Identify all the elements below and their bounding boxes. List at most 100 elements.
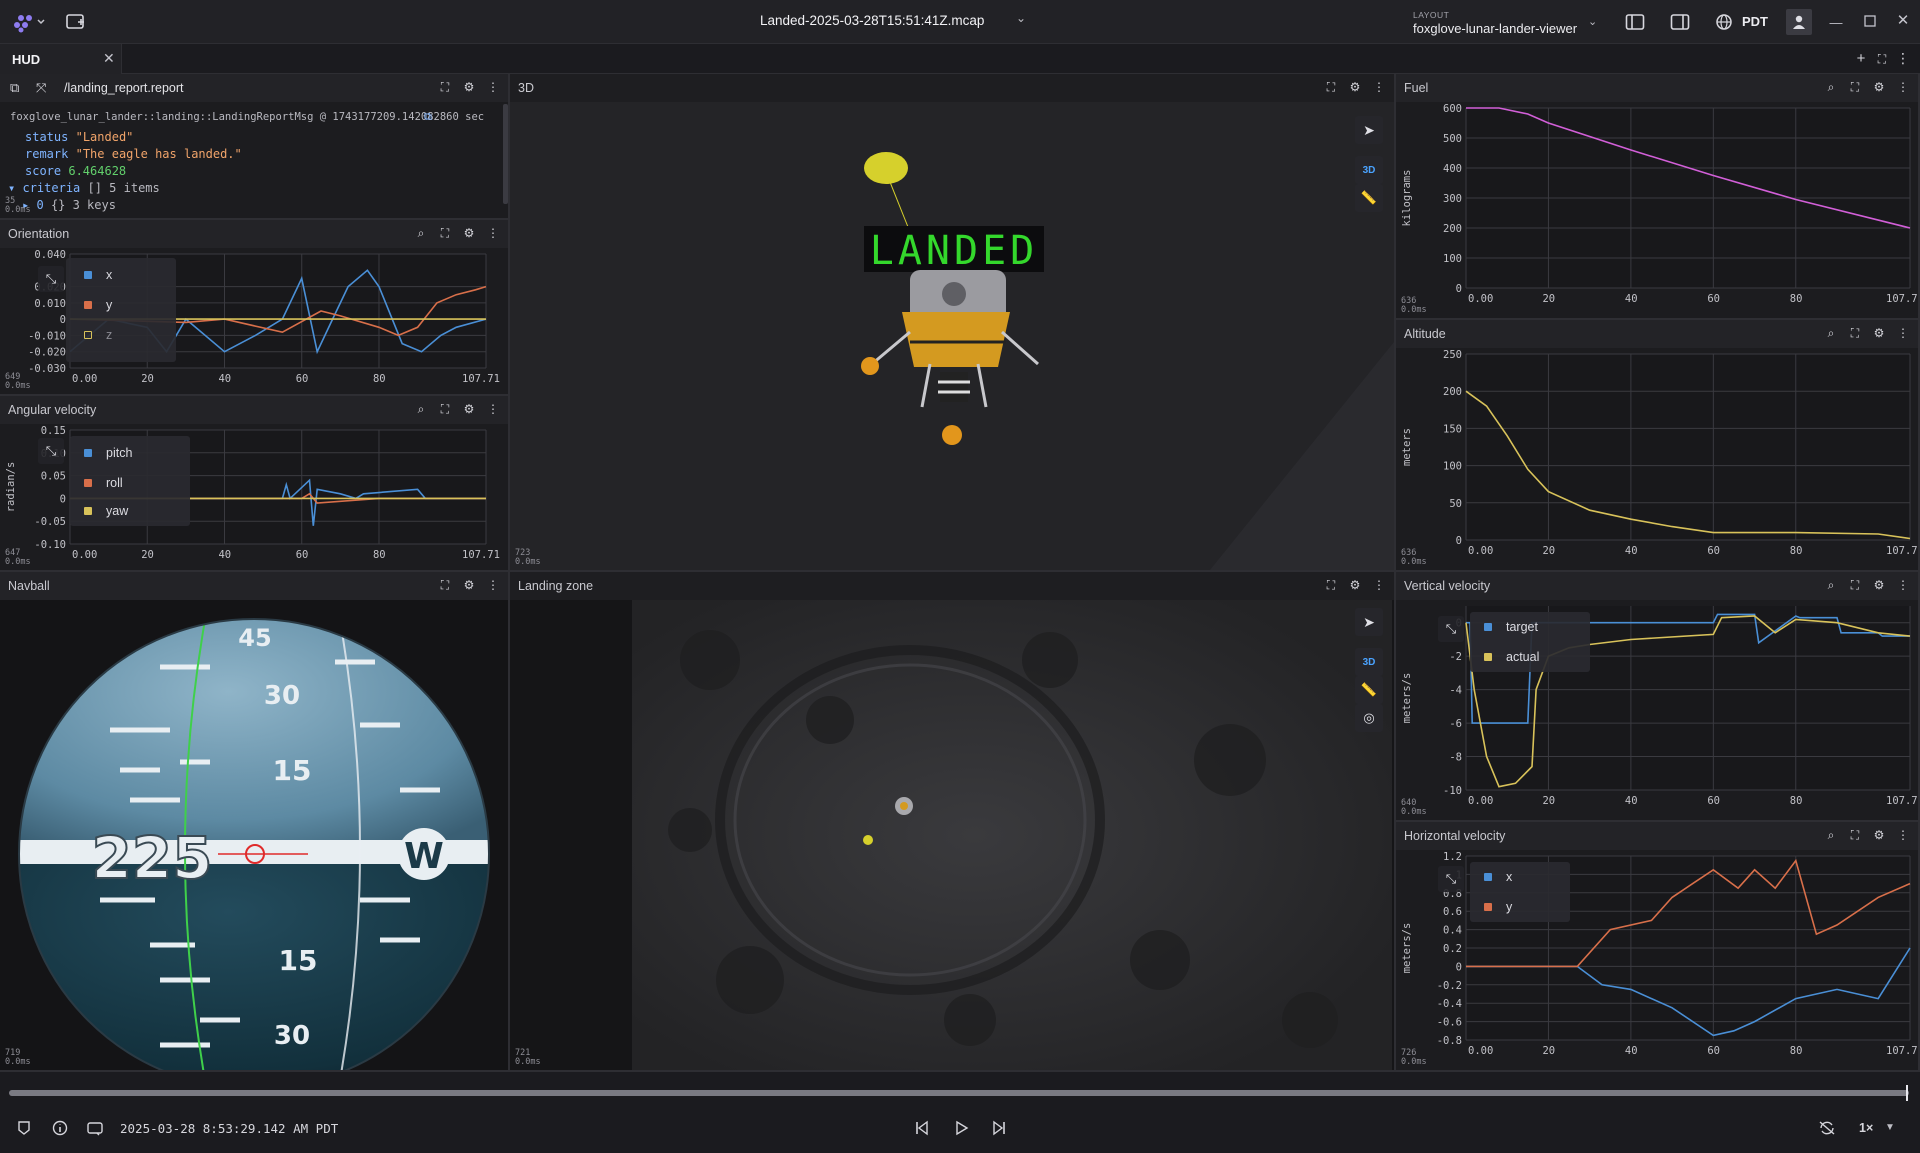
copy-icon[interactable]: ⧉: [424, 111, 432, 124]
settings-gear-icon[interactable]: ⚙: [1872, 326, 1886, 340]
sync-toggle-button[interactable]: [1816, 1118, 1838, 1138]
more-vertical-icon[interactable]: ⋮: [1896, 578, 1910, 592]
measure-button[interactable]: 📏: [1355, 184, 1383, 212]
more-vertical-icon[interactable]: ⋮: [1372, 80, 1386, 94]
camera-mode-toggle[interactable]: 3D: [1355, 648, 1383, 676]
fuel-plot[interactable]: 0.00 20 40 60 80 107.71 600 500 400 300 200 100 0 kil…: [1396, 102, 1918, 318]
message-field-row-expandable[interactable]: ▾ criteria [] 5 items: [8, 181, 160, 195]
fullscreen-icon[interactable]: ⛶: [1324, 578, 1338, 592]
message-field-row-expandable[interactable]: ▸ 0 {} 3 keys: [22, 198, 116, 212]
playback-speed-selector[interactable]: 1×: [1859, 1121, 1873, 1135]
maximize-window-button[interactable]: [1862, 13, 1878, 29]
timezone-button[interactable]: [1714, 12, 1734, 32]
zoom-to-fit-icon[interactable]: ⌕: [1824, 578, 1838, 592]
collapse-legend-button[interactable]: ⤡: [38, 266, 64, 292]
seek-backward-button[interactable]: [912, 1118, 932, 1138]
tab-hud[interactable]: HUD ✕: [0, 44, 122, 74]
settings-gear-icon[interactable]: ⚙: [1348, 80, 1362, 94]
fullscreen-icon[interactable]: ⛶: [1848, 326, 1862, 340]
legend-item[interactable]: x: [1484, 870, 1512, 884]
landing-zone-scene[interactable]: [510, 600, 1394, 1070]
legend-item[interactable]: y: [1484, 900, 1512, 914]
settings-gear-icon[interactable]: ⚙: [1348, 578, 1362, 592]
interact-mode-button[interactable]: ➤: [1355, 608, 1383, 636]
fullscreen-icon[interactable]: ⛶: [438, 578, 452, 592]
fullscreen-icon[interactable]: ⛶: [438, 402, 452, 416]
settings-gear-icon[interactable]: ⚙: [462, 80, 476, 94]
collapse-legend-button[interactable]: ⤡: [1438, 616, 1464, 642]
playhead-marker[interactable]: [1906, 1085, 1908, 1101]
more-vertical-icon[interactable]: ⋮: [1896, 828, 1910, 842]
loop-button[interactable]: [84, 1118, 106, 1138]
fullscreen-tab-button[interactable]: ⛶: [1874, 51, 1890, 67]
more-vertical-icon[interactable]: ⋮: [1896, 326, 1910, 340]
legend-item[interactable]: yaw: [84, 504, 128, 518]
info-button[interactable]: [50, 1118, 70, 1138]
chevron-down-icon[interactable]: ⌄: [1588, 15, 1597, 28]
collapse-legend-button[interactable]: ⤡: [1438, 866, 1464, 892]
settings-gear-icon[interactable]: ⚙: [462, 578, 476, 592]
add-tab-button[interactable]: +: [1853, 50, 1869, 67]
user-avatar-button[interactable]: [1786, 9, 1812, 35]
new-window-button[interactable]: [64, 11, 88, 33]
close-window-button[interactable]: ✕: [1895, 12, 1911, 29]
timeline-scrubber[interactable]: [9, 1090, 1909, 1096]
camera-mode-toggle[interactable]: 3D: [1355, 156, 1383, 184]
more-vertical-icon[interactable]: ⋮: [1372, 578, 1386, 592]
fullscreen-icon[interactable]: ⛶: [1848, 828, 1862, 842]
zoom-to-fit-icon[interactable]: ⌕: [1824, 80, 1838, 94]
collapse-legend-button[interactable]: ⤡: [38, 438, 64, 464]
legend-item[interactable]: x: [84, 268, 112, 282]
event-marker-button[interactable]: [14, 1118, 34, 1138]
topic-path-input[interactable]: /landing_report.report: [64, 81, 184, 95]
current-time-display[interactable]: 2025-03-28 8:53:29.142 AM PDT: [120, 1121, 338, 1136]
left-sidebar-toggle[interactable]: [1625, 12, 1645, 32]
fullscreen-icon[interactable]: ⛶: [1848, 578, 1862, 592]
diff-icon[interactable]: ⤧: [36, 80, 46, 96]
data-source-title[interactable]: Landed-2025-03-28T15:51:41Z.mcap: [760, 13, 984, 28]
more-vertical-icon[interactable]: ⋮: [486, 578, 500, 592]
fullscreen-icon[interactable]: ⛶: [1324, 80, 1338, 94]
legend-item[interactable]: roll: [84, 476, 123, 490]
zoom-to-fit-icon[interactable]: ⌕: [414, 402, 428, 416]
zoom-to-fit-icon[interactable]: ⌕: [1824, 828, 1838, 842]
fullscreen-icon[interactable]: ⛶: [438, 226, 452, 240]
fullscreen-icon[interactable]: ⛶: [1848, 80, 1862, 94]
navball-sphere[interactable]: 45 30 15 15 30 45 225 W: [0, 600, 508, 1070]
settings-gear-icon[interactable]: ⚙: [1872, 828, 1886, 842]
expand-toggle-icon[interactable]: ▾: [8, 181, 15, 195]
legend-item[interactable]: pitch: [84, 446, 132, 460]
chevron-down-icon[interactable]: ⌄: [1016, 11, 1026, 25]
close-icon[interactable]: ✕: [103, 50, 115, 67]
more-vertical-icon[interactable]: ⋮: [1896, 80, 1910, 94]
measure-button[interactable]: 📏: [1355, 676, 1383, 704]
settings-gear-icon[interactable]: ⚙: [462, 226, 476, 240]
publish-point-button[interactable]: ◎: [1355, 704, 1383, 732]
copy-icon[interactable]: ⧉: [10, 80, 19, 96]
layout-selector[interactable]: foxglove-lunar-lander-viewer: [1413, 21, 1577, 36]
minimize-window-button[interactable]: —: [1828, 14, 1844, 30]
zoom-to-fit-icon[interactable]: ⌕: [414, 226, 428, 240]
fullscreen-icon[interactable]: ⛶: [438, 80, 452, 94]
interact-mode-button[interactable]: ➤: [1355, 116, 1383, 144]
legend-item[interactable]: y: [84, 298, 112, 312]
altitude-plot[interactable]: 0.00 20 40 60 80 107.71 250 200 150 100 50 0 meters: [1396, 348, 1918, 570]
right-sidebar-toggle[interactable]: [1670, 12, 1690, 32]
settings-gear-icon[interactable]: ⚙: [1872, 578, 1886, 592]
settings-gear-icon[interactable]: ⚙: [462, 402, 476, 416]
more-vertical-icon[interactable]: ⋮: [486, 402, 500, 416]
more-vertical-icon[interactable]: ⋮: [486, 80, 500, 94]
legend-item[interactable]: z: [84, 328, 112, 342]
scrollbar[interactable]: [503, 104, 508, 204]
legend-item[interactable]: target: [1484, 620, 1538, 634]
app-menu-button[interactable]: [8, 10, 48, 34]
settings-gear-icon[interactable]: ⚙: [1872, 80, 1886, 94]
more-vertical-icon[interactable]: ⋮: [486, 226, 500, 240]
tab-menu-button[interactable]: ⋮: [1895, 50, 1911, 66]
timezone-label[interactable]: PDT: [1742, 14, 1768, 29]
seek-forward-button[interactable]: [989, 1118, 1009, 1138]
3d-scene[interactable]: LANDED: [510, 102, 1394, 570]
legend-item[interactable]: actual: [1484, 650, 1539, 664]
caret-down-icon[interactable]: ▼: [1885, 1122, 1895, 1133]
zoom-to-fit-icon[interactable]: ⌕: [1824, 326, 1838, 340]
